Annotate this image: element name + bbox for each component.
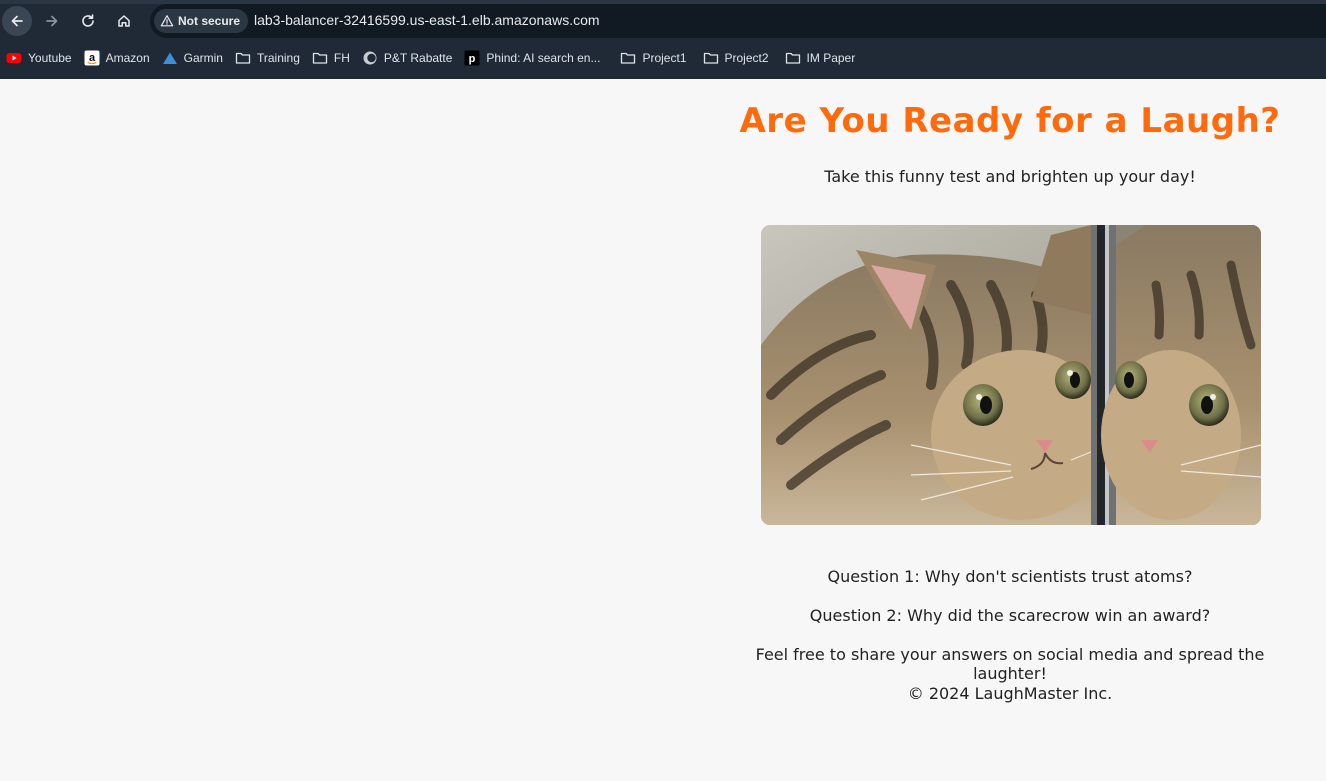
security-label: Not secure xyxy=(178,14,241,28)
bookmark-label: FH xyxy=(333,51,350,65)
bookmark-label: IM Paper xyxy=(806,51,856,65)
folder-icon xyxy=(621,52,636,64)
footer-copyright: © 2024 LaughMaster Inc. xyxy=(907,684,1113,703)
bookmark-garmin[interactable]: Garmin xyxy=(156,45,229,71)
folder-icon xyxy=(235,52,251,64)
bookmark-training[interactable]: Training xyxy=(229,45,306,71)
bookmark-im-paper[interactable]: IM Paper xyxy=(779,45,862,71)
question-1: Question 1: Why don't scientists trust a… xyxy=(827,567,1193,586)
amazon-icon: a xyxy=(84,50,100,66)
garmin-icon xyxy=(162,52,177,64)
bookmark-project1[interactable]: Project1 xyxy=(614,45,692,71)
bookmark-pt-rabatte[interactable]: P&T Rabatte xyxy=(356,45,458,71)
security-indicator[interactable]: Not secure xyxy=(154,9,249,33)
warning-icon xyxy=(160,15,174,27)
url-text[interactable]: lab3-balancer-32416599.us-east-1.elb.ama… xyxy=(254,12,600,28)
bookmark-amazon[interactable]: a Amazon xyxy=(78,45,156,71)
bookmark-label: Youtube xyxy=(28,51,72,65)
bookmark-phind[interactable]: p Phind: AI search en... xyxy=(458,45,606,71)
bookmark-fh[interactable]: FH xyxy=(306,45,356,71)
svg-text:a: a xyxy=(89,52,96,64)
reload-button[interactable] xyxy=(73,6,103,36)
forward-button[interactable] xyxy=(37,6,67,36)
phind-icon: p xyxy=(464,50,480,66)
kitten-mirror-image xyxy=(761,225,1261,525)
folder-icon xyxy=(703,52,718,64)
reload-icon xyxy=(82,14,94,27)
address-bar[interactable]: Not secure lab3-balancer-32416599.us-eas… xyxy=(150,4,1326,38)
arrow-left-icon xyxy=(11,15,23,27)
pt-icon xyxy=(363,51,377,65)
page-viewport: Are You Ready for a Laugh? Take this fun… xyxy=(0,79,1326,781)
share-note: Feel free to share your answers on socia… xyxy=(755,645,1265,683)
bookmark-label: P&T Rabatte xyxy=(383,51,453,65)
kitten-image xyxy=(761,225,1261,525)
bookmark-youtube[interactable]: Youtube xyxy=(0,45,78,71)
svg-text:p: p xyxy=(469,53,476,65)
arrow-right-icon xyxy=(46,15,58,27)
bookmark-label: Project2 xyxy=(724,51,769,65)
home-button[interactable] xyxy=(109,6,139,36)
back-button[interactable] xyxy=(2,6,32,36)
folder-icon xyxy=(312,52,328,64)
bookmark-label: Amazon xyxy=(105,51,150,65)
home-icon xyxy=(118,15,130,27)
browser-chrome: Not secure lab3-balancer-32416599.us-eas… xyxy=(0,0,1326,79)
page-title: Are You Ready for a Laugh? xyxy=(739,101,1281,141)
question-2: Question 2: Why did the scarecrow win an… xyxy=(809,606,1211,625)
browser-toolbar: Not secure lab3-balancer-32416599.us-eas… xyxy=(0,0,1326,41)
folder-icon xyxy=(785,52,800,64)
bookmark-project2[interactable]: Project2 xyxy=(697,45,775,71)
page-subtitle: Take this funny test and brighten up you… xyxy=(824,167,1196,186)
bookmark-label: Phind: AI search en... xyxy=(486,51,601,65)
youtube-icon xyxy=(6,53,22,63)
bookmark-label: Training xyxy=(256,51,300,65)
bookmarks-bar: Youtube a Amazon Garmin Training FH P&T … xyxy=(0,45,1326,71)
bookmark-label: Garmin xyxy=(183,51,223,65)
bookmark-label: Project1 xyxy=(642,51,687,65)
